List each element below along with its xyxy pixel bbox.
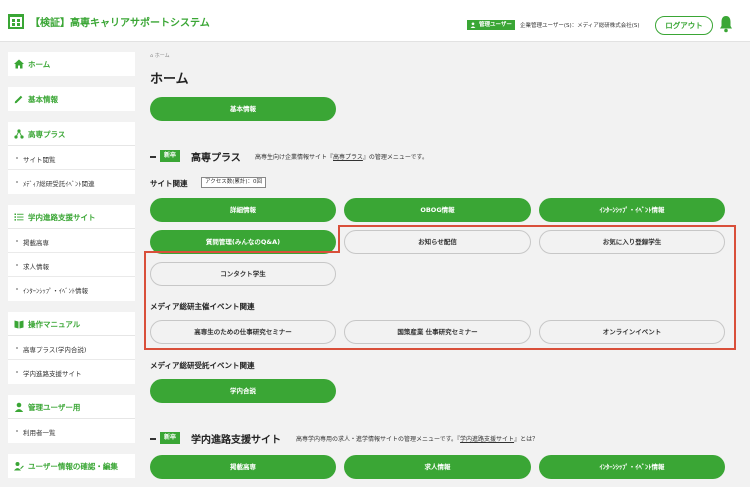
- sidebar-subitem-label: 高専プラス(学内合説): [23, 346, 87, 354]
- job-info-button[interactable]: 求人情報: [344, 455, 531, 479]
- sidebar-subitem-label: サイト閲覧: [23, 156, 56, 164]
- sidebar-item-manual[interactable]: 操作マニュアル: [8, 312, 135, 336]
- home-icon: [14, 59, 24, 69]
- highlight-frame-top: [338, 225, 736, 251]
- bullet-dot: [16, 264, 18, 266]
- sidebar-subitem-job-info[interactable]: 求人情報: [8, 253, 135, 277]
- site-related-label: サイト関連: [150, 179, 188, 188]
- sidebar-item-label: ユーザー情報の確認・編集: [28, 462, 118, 471]
- new-grad-badge: 新卒: [160, 432, 181, 444]
- obog-info-button[interactable]: OBOG情報: [344, 198, 531, 222]
- sidebar-subitem-internship-events[interactable]: ｲﾝﾀｰﾝｼｯﾌﾟ・ｲﾍﾞﾝﾄ情報: [8, 277, 135, 301]
- sidebar: ホーム 基本情報 高専プラス サイト閲覧 ﾒﾃﾞｨｱ総研受託ｲﾍﾞﾝﾄ関連 学内…: [8, 52, 135, 487]
- sidebar-subitem-label: 利用者一覧: [23, 429, 56, 437]
- sidebar-subitem-label: ﾒﾃﾞｨｱ総研受託ｲﾍﾞﾝﾄ関連: [23, 180, 95, 188]
- book-icon: [14, 320, 24, 329]
- section-title-kosen-plus: 高専プラス: [191, 153, 241, 164]
- sidebar-item-user-info[interactable]: ユーザー情報の確認・編集: [8, 454, 135, 478]
- pencil-icon: [14, 95, 23, 104]
- bell-icon[interactable]: [719, 15, 733, 33]
- sidebar-subitem-label: 掲載高専: [23, 239, 49, 247]
- role-badge: 管理ユーザー: [467, 20, 515, 30]
- internship-event-info-button[interactable]: ｲﾝﾀｰﾝｼｯﾌﾟ・ｲﾍﾞﾝﾄ情報: [539, 198, 725, 222]
- sidebar-item-admin-users[interactable]: 管理ユーザー用: [8, 395, 135, 419]
- top-header: 【検証】高専キャリアサポートシステム 管理ユーザー 企業管理ユーザー(S)：メデ…: [0, 0, 750, 42]
- sidebar-subitem-site-view[interactable]: サイト閲覧: [8, 146, 135, 170]
- sidebar-subitem-label: ｲﾝﾀｰﾝｼｯﾌﾟ・ｲﾍﾞﾝﾄ情報: [23, 287, 88, 295]
- sidebar-subitem-label: 学内進路支援サイト: [23, 370, 82, 378]
- sidebar-item-label: 学内進路支援サイト: [28, 213, 96, 222]
- sidebar-subitem-manual-kosen-plus[interactable]: 高専プラス(学内合説): [8, 336, 135, 360]
- bullet-dot: [16, 157, 18, 159]
- home-icon: ⌂: [150, 53, 154, 59]
- sidebar-subitem-user-list[interactable]: 利用者一覧: [8, 419, 135, 443]
- basic-info-button[interactable]: 基本情報: [150, 97, 336, 121]
- sidebar-subitem-listed-kosen[interactable]: 掲載高専: [8, 229, 135, 253]
- bullet-dot: [16, 430, 18, 432]
- page-title: ホーム: [150, 72, 189, 87]
- listed-kosen-button[interactable]: 掲載高専: [150, 455, 336, 479]
- detail-info-button[interactable]: 詳細情報: [150, 198, 336, 222]
- sidebar-item-label: ホーム: [28, 60, 51, 69]
- section-description: 高専学内専用の求人・進学情報サイトの管理メニューです。『学内進路支援サイト』とは…: [296, 436, 539, 443]
- section-title-course-site: 学内進路支援サイト: [191, 435, 281, 446]
- highlight-frame-bottom: [144, 251, 736, 350]
- section-description: 高専生向け企業情報サイト『高専プラス』の管理メニューです。: [255, 154, 428, 161]
- sidebar-item-basic-info[interactable]: 基本情報: [8, 87, 135, 111]
- sidebar-item-kosen-plus[interactable]: 高専プラス: [8, 122, 135, 146]
- sidebar-subitem-manual-course-site[interactable]: 学内進路支援サイト: [8, 360, 135, 384]
- person-icon: [14, 402, 24, 412]
- sidebar-subitem-media-events[interactable]: ﾒﾃﾞｨｱ総研受託ｲﾍﾞﾝﾄ関連: [8, 170, 135, 194]
- sidebar-item-label: 管理ユーザー用: [28, 403, 81, 412]
- bullet-dot: [16, 240, 18, 242]
- person-icon: [470, 22, 476, 28]
- breadcrumb-home[interactable]: ホーム: [155, 53, 170, 59]
- app-title[interactable]: 【検証】高専キャリアサポートシステム: [30, 14, 210, 29]
- campus-fair-button[interactable]: 学内合説: [150, 379, 336, 403]
- sidebar-item-course-site[interactable]: 学内進路支援サイト: [8, 205, 135, 229]
- sidebar-item-label: 高専プラス: [28, 130, 66, 139]
- highlight-frame-ledge: [144, 251, 340, 253]
- section-dash: [150, 438, 156, 440]
- contract-event-label: メディア総研受託イベント関連: [150, 361, 255, 370]
- building-logo-icon: [8, 14, 24, 29]
- course-internship-event-button[interactable]: ｲﾝﾀｰﾝｼｯﾌﾟ・ｲﾍﾞﾝﾄ情報: [539, 455, 725, 479]
- sidebar-item-label: 基本情報: [28, 95, 58, 104]
- kosen-plus-link[interactable]: 高専プラス: [333, 154, 363, 161]
- current-user-text: 企業管理ユーザー(S)：メディア総研株式会社(S): [520, 23, 640, 29]
- sidebar-item-label: 操作マニュアル: [28, 320, 81, 329]
- logout-button[interactable]: ログアウト: [655, 16, 713, 35]
- user-edit-icon: [14, 462, 24, 471]
- bullet-dot: [16, 347, 18, 349]
- sidebar-subitem-label: 求人情報: [23, 263, 49, 271]
- course-site-link[interactable]: 学内進路支援サイト: [460, 436, 514, 443]
- access-count-badge: アクセス数(累計)：0回: [201, 177, 267, 188]
- sidebar-item-home[interactable]: ホーム: [8, 52, 135, 76]
- bullet-dot: [16, 371, 18, 373]
- role-badge-label: 管理ユーザー: [479, 22, 512, 28]
- list-icon: [14, 213, 24, 221]
- new-grad-badge: 新卒: [160, 150, 181, 162]
- section-dash: [150, 156, 156, 158]
- network-icon: [14, 129, 24, 139]
- highlight-frame-step: [338, 225, 340, 253]
- breadcrumb: ⌂ ホーム: [150, 52, 170, 59]
- bullet-dot: [16, 181, 18, 183]
- bullet-dot: [16, 288, 18, 290]
